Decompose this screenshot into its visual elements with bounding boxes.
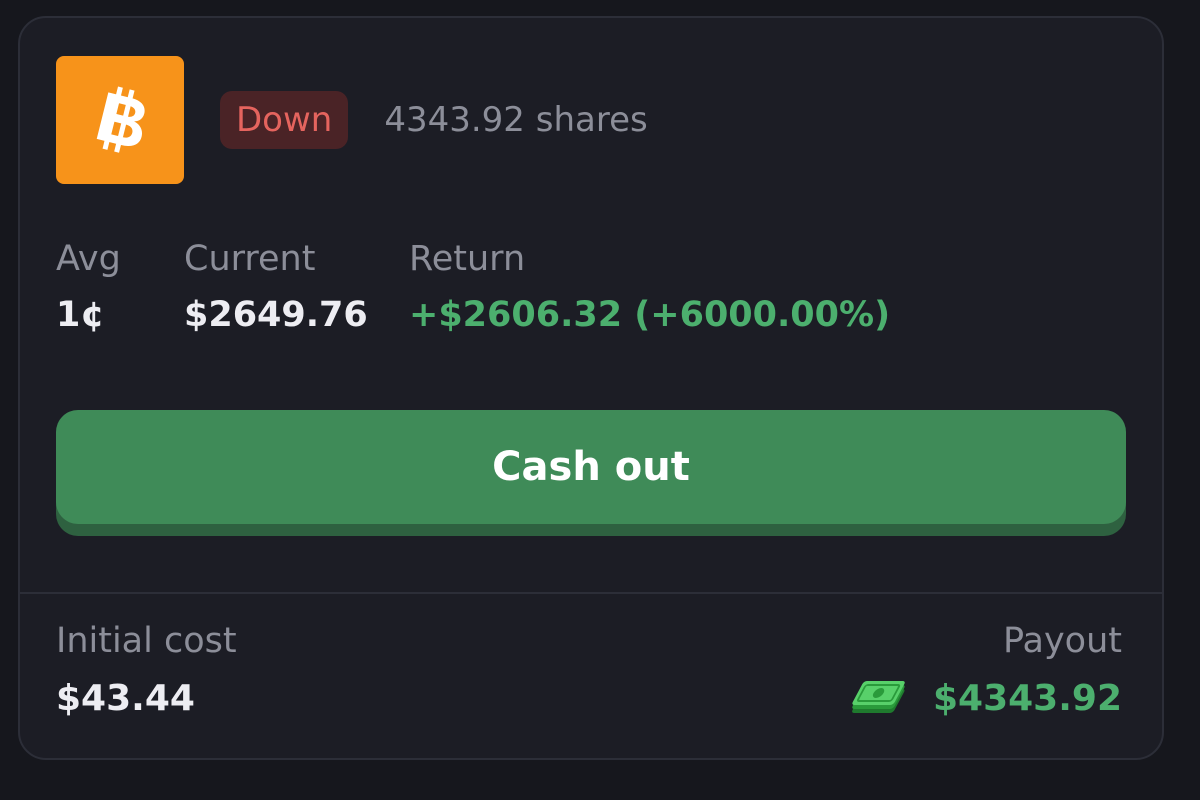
payout-row: $4343.92 xyxy=(845,674,1122,724)
divider xyxy=(20,592,1162,594)
return-label: Return xyxy=(409,239,526,279)
payout-label: Payout xyxy=(1002,621,1122,661)
initial-cost: Initial cost $43.44 xyxy=(56,618,237,724)
avg-value: 1¢ xyxy=(56,295,105,335)
stat-avg: Avg 1¢ xyxy=(56,236,184,338)
cash-out-button[interactable]: Cash out xyxy=(56,410,1126,524)
stat-current: Current $2649.76 xyxy=(184,236,409,338)
stat-return: Return +$2606.32 (+6000.00%) xyxy=(409,236,890,338)
direction-badge-label: Down xyxy=(236,100,333,140)
shares-count: 4343.92 shares xyxy=(384,100,648,140)
current-value: $2649.76 xyxy=(184,295,368,335)
stats-row: Avg 1¢ Current $2649.76 Return +$2606.32… xyxy=(56,236,890,338)
return-value: +$2606.32 (+6000.00%) xyxy=(409,295,891,335)
payout-value: $4343.92 xyxy=(932,678,1122,719)
current-label: Current xyxy=(184,239,316,279)
avg-label: Avg xyxy=(56,239,121,279)
cash-out-button-label: Cash out xyxy=(492,444,690,490)
bitcoin-icon xyxy=(56,56,184,184)
initial-cost-label: Initial cost xyxy=(56,621,237,661)
payout: Payout $4343.92 xyxy=(845,618,1122,724)
position-card: Down 4343.92 shares Avg 1¢ Current $2649… xyxy=(18,16,1164,760)
direction-badge: Down xyxy=(220,91,349,149)
money-icon xyxy=(852,681,905,713)
initial-cost-value: $43.44 xyxy=(56,678,195,719)
position-header: Down 4343.92 shares xyxy=(56,56,1126,184)
